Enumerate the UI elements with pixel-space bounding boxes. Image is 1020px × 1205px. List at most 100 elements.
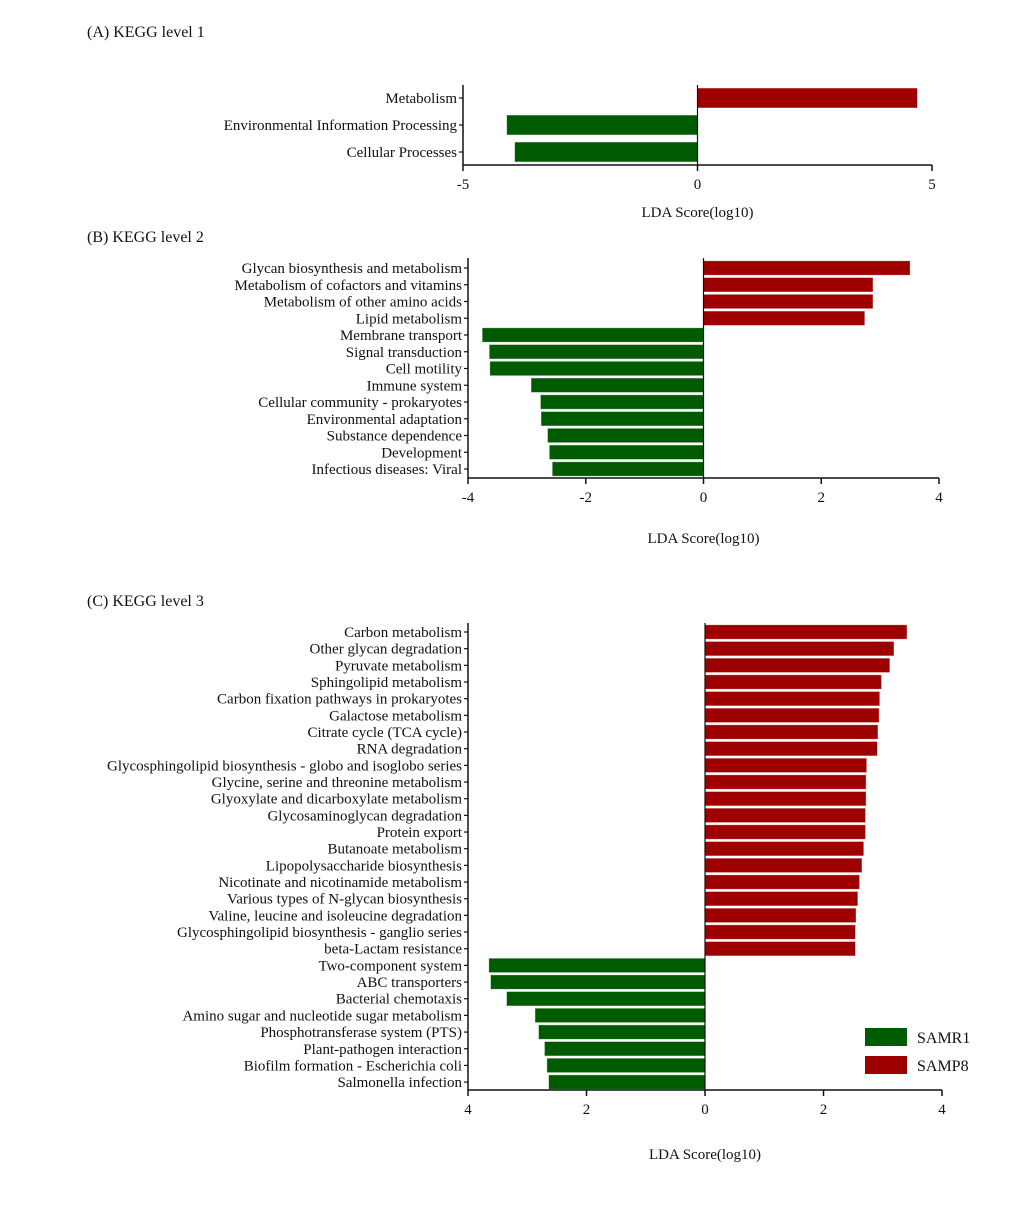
category-label: Pyruvate metabolism	[335, 658, 462, 674]
category-label: Sphingolipid metabolism	[311, 675, 463, 691]
panel-c-kegg-level-3: (C) KEGG level 3 Carbon metabolismOther g…	[87, 593, 946, 1163]
bar-samr1	[530, 377, 704, 393]
x-axis-title: LDA Score(log10)	[641, 205, 753, 221]
bar-samp8	[704, 657, 891, 673]
bar-samp8	[704, 707, 880, 723]
category-label: Phosphotransferase system (PTS)	[260, 1025, 462, 1041]
bar-samr1	[488, 344, 704, 360]
legend: SAMR1 SAMP8	[865, 1028, 970, 1075]
category-label: Valine, leucine and isoleucine degradati…	[208, 908, 462, 924]
legend-label-samp8: SAMP8	[917, 1058, 969, 1075]
category-label: Bacterial chemotaxis	[336, 992, 462, 1008]
category-label: ABC transporters	[357, 975, 463, 991]
bar-samp8	[704, 757, 868, 774]
bar-samp8	[704, 824, 866, 840]
bar-samr1	[551, 461, 704, 477]
category-label: Cellular community - prokaryotes	[258, 395, 462, 411]
category-label: beta-Lactam resistance	[324, 942, 462, 958]
bar-samp8	[704, 857, 863, 874]
category-label: Plant-pathogen interaction	[303, 1042, 462, 1058]
bar-samr1	[540, 394, 704, 410]
bar-samr1	[540, 411, 704, 427]
x-tick-label: 2	[583, 1102, 591, 1118]
panel-title: (A) KEGG level 1	[87, 24, 205, 41]
category-label: Cell motility	[386, 362, 463, 378]
bar-samp8	[704, 741, 878, 757]
bar-samr1	[548, 444, 704, 460]
category-label: Membrane transport	[340, 328, 463, 344]
bar-samp8	[704, 807, 866, 824]
bar-samr1	[547, 427, 704, 444]
category-label: Carbon metabolism	[344, 625, 462, 641]
x-tick-label: 0	[694, 177, 702, 193]
category-label: Lipid metabolism	[356, 311, 463, 327]
bar-samr1	[488, 957, 706, 974]
category-label: RNA degradation	[357, 742, 463, 758]
bar-samr1	[506, 114, 698, 136]
bar-samp8	[704, 924, 856, 940]
category-label: Galactose metabolism	[329, 708, 462, 724]
x-axis-title: LDA Score(log10)	[649, 1147, 761, 1163]
category-label: Signal transduction	[346, 345, 463, 361]
category-label: Other glycan degradation	[310, 642, 463, 658]
category-label: Carbon fixation pathways in prokaryotes	[217, 692, 462, 708]
category-label: Glycan biosynthesis and metabolism	[242, 261, 463, 277]
category-label: Glyoxylate and dicarboxylate metabolism	[211, 792, 463, 808]
category-label: Environmental adaptation	[307, 412, 463, 428]
x-tick-label: 5	[928, 177, 936, 193]
x-tick-label: 0	[701, 1102, 709, 1118]
category-label: Nicotinate and nicotinamide metabolism	[218, 875, 462, 891]
bar-samr1	[490, 974, 706, 990]
category-label: Protein export	[377, 825, 463, 841]
category-label: Two-component system	[318, 958, 462, 974]
x-tick-label: 4	[935, 490, 943, 506]
bar-samp8	[704, 791, 867, 807]
category-label: Lipopolysaccharide biosynthesis	[266, 858, 462, 874]
category-label: Salmonella infection	[337, 1075, 462, 1091]
x-tick-label: 4	[938, 1102, 946, 1118]
bar-samp8	[704, 624, 908, 640]
panel-a-kegg-level-1: (A) KEGG level 1 Metabolism Environmental …	[87, 24, 936, 221]
bar-samp8	[704, 691, 881, 707]
bar-samr1	[481, 327, 704, 343]
legend-swatch-samp8	[865, 1056, 907, 1074]
category-label: Biofilm formation - Escherichia coli	[244, 1058, 462, 1074]
bar-samp8	[704, 641, 895, 657]
bar-samp8	[704, 874, 861, 890]
bar-samr1	[534, 1007, 706, 1024]
bar-samr1	[506, 991, 706, 1007]
x-tick-label: -4	[462, 490, 475, 506]
bar-samp8	[704, 774, 867, 790]
category-label: Various types of N-glycan biosynthesis	[227, 892, 462, 908]
legend-label-samr1: SAMR1	[917, 1030, 970, 1047]
category-label: Amino sugar and nucleotide sugar metabol…	[182, 1008, 462, 1024]
bar-samp8	[703, 310, 866, 326]
bar-samp8	[703, 293, 874, 310]
category-label: Metabolism of other amino acids	[264, 295, 462, 311]
bar-samr1	[538, 1024, 706, 1040]
category-label: Metabolism	[385, 91, 457, 107]
bar-samr1	[514, 141, 698, 163]
bar-samp8	[704, 941, 856, 957]
bar-samp8	[704, 891, 859, 907]
panel-b-kegg-level-2: (B) KEGG level 2 Glycan biosynthesis and …	[87, 229, 943, 547]
bar-samp8	[703, 277, 874, 293]
x-axis-title: LDA Score(log10)	[647, 531, 759, 547]
x-tick-label: -2	[580, 490, 593, 506]
bar-samp8	[704, 674, 882, 690]
category-label: Development	[381, 445, 463, 461]
bar-samr1	[546, 1057, 706, 1074]
category-label: Glycosphingolipid biosynthesis - globo a…	[107, 758, 462, 774]
bar-samr1	[544, 1041, 706, 1057]
bar-samp8	[704, 907, 857, 924]
panel-title: (B) KEGG level 2	[87, 229, 204, 246]
legend-swatch-samr1	[865, 1028, 907, 1046]
bar-samp8	[697, 87, 918, 109]
figure: (A) KEGG level 1 Metabolism Environmental …	[87, 24, 970, 1163]
bar-samp8	[704, 841, 865, 857]
category-label: Metabolism of cofactors and vitamins	[235, 278, 463, 294]
category-label: Glycine, serine and threonine metabolism	[212, 775, 463, 791]
panel-title: (C) KEGG level 3	[87, 593, 204, 610]
x-tick-label: 0	[700, 490, 708, 506]
category-label: Butanoate metabolism	[327, 842, 462, 858]
